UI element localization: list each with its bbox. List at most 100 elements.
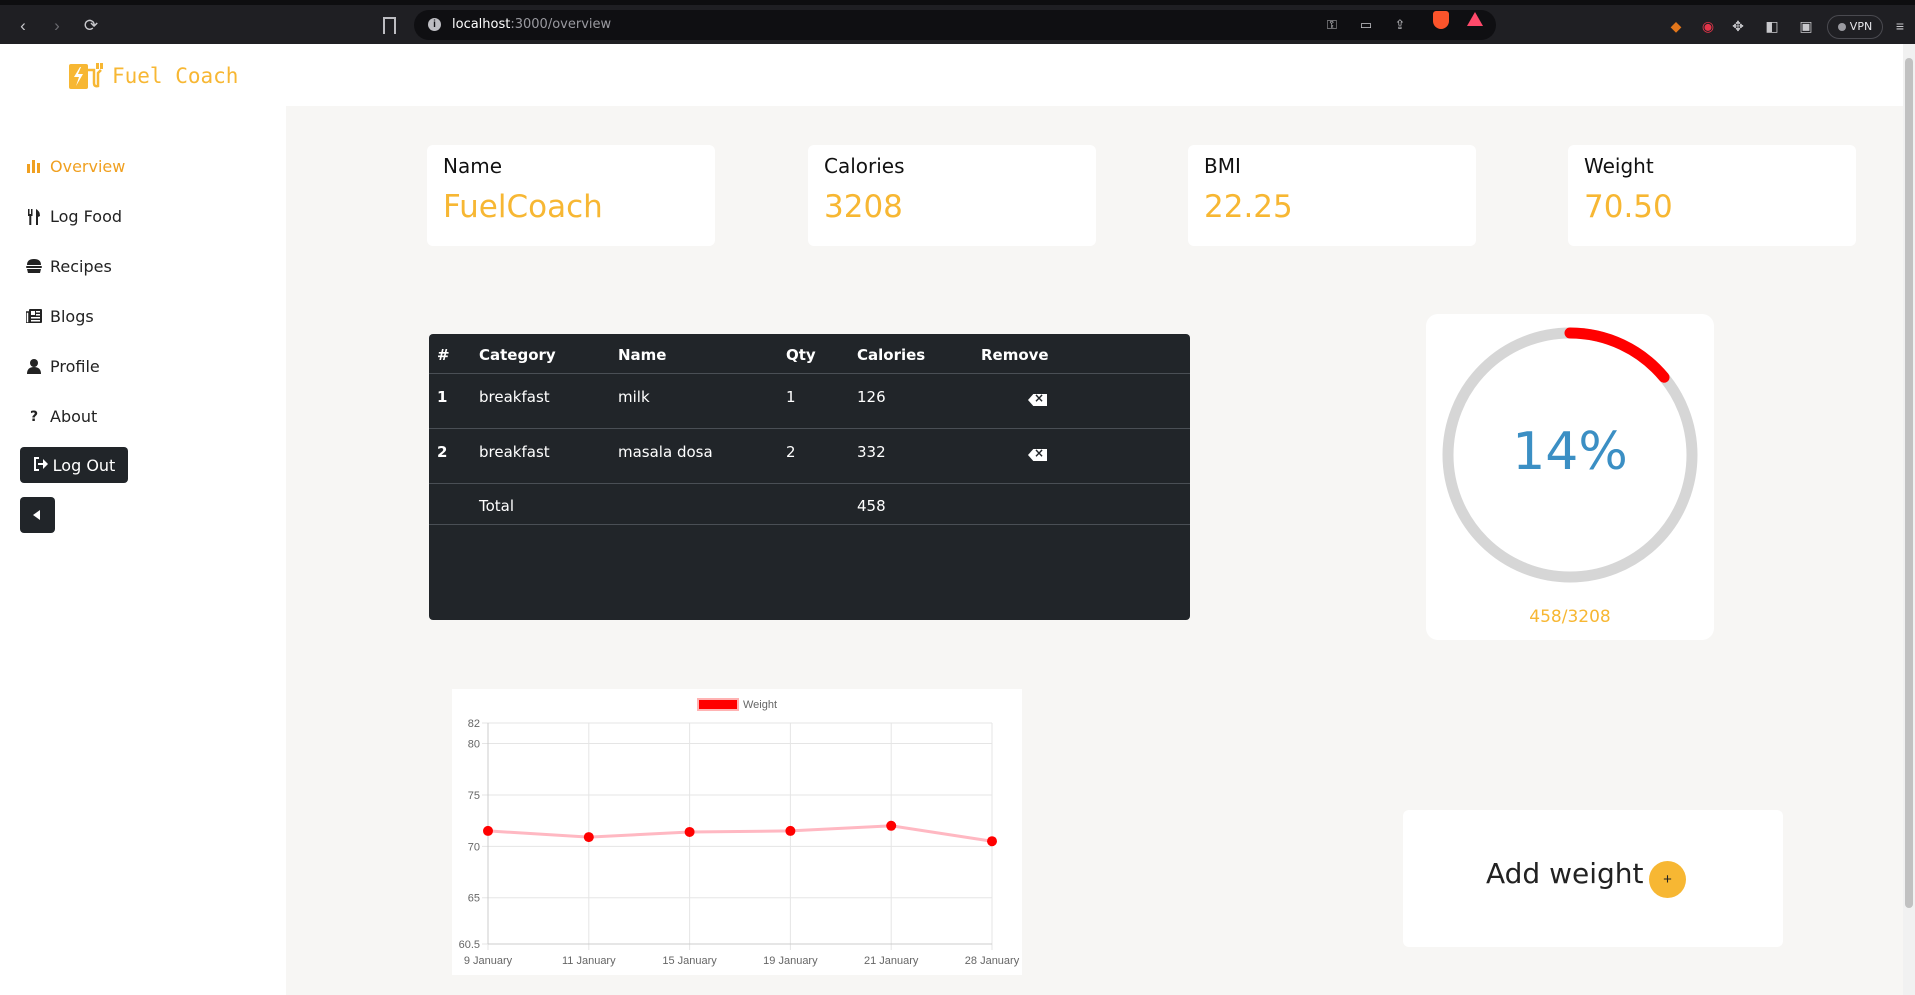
stat-value: FuelCoach [443,189,603,225]
col-header-calories: Calories [857,346,926,364]
table-header-row: # Category Name Qty Calories Remove [429,334,1190,374]
row-qty: 2 [786,443,796,461]
record-icon[interactable]: ◉ [1699,17,1717,35]
y-tick-label: 70 [468,841,480,853]
sidebar-item-label: Log Food [50,207,123,226]
y-tick-label: 75 [468,790,480,802]
row-name: milk [618,388,650,406]
url-text[interactable]: localhost:3000/overview [452,17,611,32]
col-header-name: Name [618,346,667,364]
sidebar-item-label: Recipes [50,257,112,276]
forward-icon[interactable]: › [46,15,68,37]
data-point [785,825,796,836]
row-calories: 126 [857,388,886,406]
stat-card-weight: Weight 70.50 [1568,145,1856,246]
key-icon[interactable]: ⚿ [1324,17,1340,33]
logout-button[interactable]: Log Out [20,447,128,483]
total-calories: 458 [857,497,886,515]
progress-percent: 14% [1512,422,1628,482]
col-header-number: # [437,346,450,364]
row-category: breakfast [479,388,550,406]
collapse-sidebar-button[interactable] [20,497,55,533]
row-name: masala dosa [618,443,713,461]
row-calories: 332 [857,443,886,461]
page-scrollbar[interactable] [1903,44,1915,995]
scrollbar-thumb[interactable] [1905,58,1913,908]
food-log-table: # Category Name Qty Calories Remove 1 br… [429,334,1190,620]
y-tick-label: 82 [468,718,480,730]
remove-row-icon[interactable] [1028,394,1047,406]
rewards-icon[interactable] [1467,12,1483,26]
stat-label: BMI [1204,154,1241,178]
data-point [987,836,997,847]
data-point [583,832,594,843]
sidebar-item-about[interactable]: ? About [26,407,97,426]
row-qty: 1 [786,388,796,406]
metamask-icon[interactable]: ◆ [1667,17,1685,35]
sidebar-item-blogs[interactable]: Blogs [25,307,94,326]
vpn-button[interactable]: VPN [1827,15,1883,39]
x-tick-label: 19 January [763,955,818,967]
col-header-category: Category [479,346,556,364]
user-icon [26,358,42,375]
x-tick-label: 11 January [562,955,616,967]
back-icon[interactable]: ‹ [12,15,34,37]
app-name: Fuel Coach [112,64,239,88]
sidebar: Fuel Coach Overview Log Food Recipes Blo… [0,44,286,995]
x-tick-label: 28 January [965,955,1020,967]
weight-chart: Weight 82 80 75 70 65 60.5 9 January 11 January 1… [452,689,1022,975]
table-row: 1 breakfast milk 1 126 [429,374,1190,429]
y-tick-label: 60.5 [459,939,480,951]
menu-icon[interactable]: ≡ [1891,17,1909,35]
extensions-icon[interactable]: ✥ [1729,17,1747,35]
sidebar-item-log-food[interactable]: Log Food [26,207,122,226]
reload-icon[interactable]: ⟳ [80,15,102,37]
site-info-icon[interactable]: i [428,18,441,31]
question-icon: ? [29,408,39,425]
data-point [886,820,897,831]
address-bar[interactable]: i localhost:3000/overview ⚿ ▭ ⇪ [414,10,1496,40]
share-icon[interactable]: ⇪ [1392,17,1408,33]
x-tick-label: 21 January [864,955,919,967]
table-total-row: Total 458 [429,484,1190,525]
sidebar-item-recipes[interactable]: Recipes [26,257,112,276]
x-tick-label: 15 January [662,955,717,967]
stat-value: 22.25 [1204,189,1293,225]
sidebar-item-label: Overview [50,157,126,176]
remove-row-icon[interactable] [1028,449,1047,461]
add-weight-button[interactable]: + [1649,861,1686,898]
sidebar-item-overview[interactable]: Overview [26,157,125,176]
sidebar-item-label: Profile [50,357,100,376]
row-number: 1 [437,388,448,406]
fuel-pump-icon [68,61,104,91]
col-header-qty: Qty [786,346,816,364]
stat-card-calories: Calories 3208 [808,145,1096,246]
total-label: Total [479,497,515,515]
sidebar-item-label: Blogs [50,307,94,326]
stat-label: Calories [824,154,905,178]
row-category: breakfast [479,443,550,461]
data-point [684,826,695,837]
col-header-remove: Remove [981,346,1049,364]
brave-shield-icon[interactable] [1433,11,1449,29]
logout-icon [33,456,49,475]
stat-card-bmi: BMI 22.25 [1188,145,1476,246]
legend-label: Weight [743,699,777,711]
utensils-icon [26,208,42,225]
calorie-progress-card: 14% 458/3208 [1426,314,1714,640]
app-logo[interactable]: Fuel Coach [68,61,238,91]
wallet-icon[interactable]: ▣ [1797,17,1815,35]
stat-card-name: Name FuelCoach [427,145,715,246]
legend-swatch [697,698,739,711]
y-tick-label: 80 [468,739,480,751]
burger-icon [26,258,42,275]
stat-value: 3208 [824,189,903,225]
cast-icon[interactable]: ▭ [1358,17,1374,33]
table-row: 2 breakfast masala dosa 2 332 [429,429,1190,484]
stat-value: 70.50 [1584,189,1673,225]
bookmark-icon[interactable] [383,17,396,34]
sidebar-item-label: About [50,407,98,426]
sidebar-toggle-icon[interactable]: ◧ [1763,17,1781,35]
add-weight-card: Add weight + [1403,810,1783,947]
sidebar-item-profile[interactable]: Profile [26,357,100,376]
